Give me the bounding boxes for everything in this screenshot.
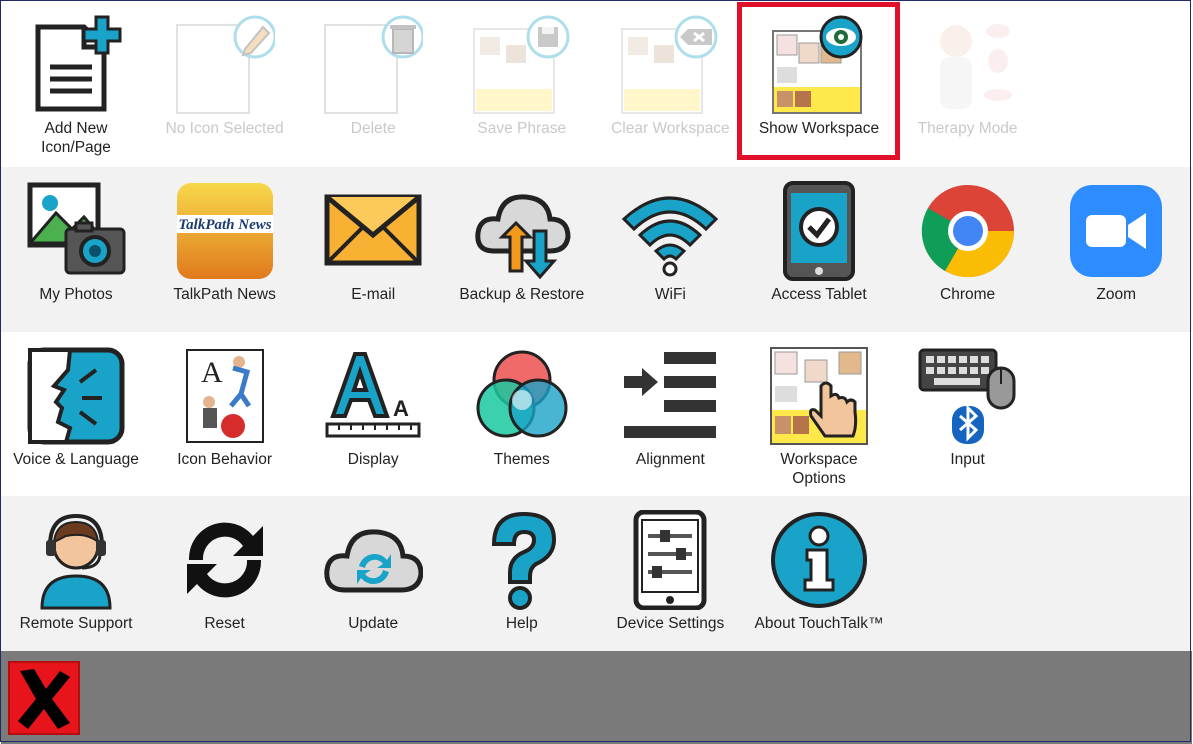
menu-tile-device-settings[interactable]: Device Settings (596, 496, 744, 656)
menu-tile-alignment[interactable]: Alignment (596, 332, 744, 492)
zoom-video-icon (1066, 181, 1166, 281)
menu-tile-remote-support[interactable]: Remote Support (2, 496, 150, 656)
menu-tile-reset[interactable]: Reset (151, 496, 299, 656)
edit-pencil-icon (175, 15, 277, 115)
menu-tile-talkpath-news[interactable]: TalkPath News TalkPath News (151, 167, 299, 327)
alignment-icon (620, 346, 720, 446)
menu-tile-my-photos[interactable]: My Photos (2, 167, 150, 327)
themes-color-circles-icon (472, 346, 572, 446)
tablet-check-icon (769, 181, 869, 281)
menu-tile-label: Display (347, 451, 399, 468)
voice-speaking-icon (26, 346, 126, 446)
menu-tile-input[interactable]: Input (894, 332, 1042, 492)
menu-tile-label: Help (505, 615, 538, 632)
menu-tile-label: Alignment (635, 451, 705, 468)
menu-tile-label: Reset (204, 615, 245, 632)
menu-tile-label: Chrome (940, 286, 996, 303)
menu-tile-label: Add New Icon/Page (41, 120, 111, 156)
menu-tile-no-icon-selected[interactable]: No Icon Selected (151, 1, 299, 161)
menu-tile-label: Delete (350, 120, 396, 137)
talkpath-news-icon: TalkPath News (175, 181, 275, 281)
bottom-bar (1, 651, 1192, 744)
svg-text:A: A (393, 396, 409, 421)
svg-text:TalkPath News: TalkPath News (178, 217, 271, 233)
headset-support-icon (26, 510, 126, 610)
menu-tile-label: Themes (493, 451, 550, 468)
menu-tile-therapy-mode[interactable]: Therapy Mode (894, 1, 1042, 161)
menu-tile-add-new[interactable]: Add New Icon/Page (2, 1, 150, 161)
chrome-icon (918, 181, 1018, 281)
menu-tile-show-workspace[interactable]: Show Workspace (745, 1, 893, 161)
device-settings-sliders-icon (620, 509, 720, 611)
close-button[interactable] (8, 661, 80, 735)
svg-text:A: A (201, 356, 223, 389)
menu-tile-label: No Icon Selected (165, 120, 284, 137)
menu-tile-label: Update (348, 615, 399, 632)
menu-tile-label: Therapy Mode (917, 120, 1018, 137)
envelope-icon (323, 181, 423, 281)
menu-tile-chrome[interactable]: Chrome (894, 167, 1042, 327)
menu-tile-delete[interactable]: Delete (299, 1, 447, 161)
menu-tile-label: Voice & Language (13, 451, 139, 468)
icon-behavior-icon: A (175, 346, 275, 446)
clear-workspace-icon (620, 15, 720, 115)
show-workspace-eye-icon (769, 15, 869, 115)
menu-tile-label: Show Workspace (758, 120, 880, 137)
menu-tile-label: WiFi (654, 286, 686, 303)
menu-tile-label: Workspace Options (780, 451, 858, 487)
menu-tile-icon-behavior[interactable]: A Icon Behavior (151, 332, 299, 492)
menu-tile-label: TalkPath News (173, 286, 276, 303)
menu-tile-label: About TouchTalk™ (754, 615, 884, 632)
therapy-mode-icon (918, 15, 1018, 115)
cloud-update-icon (323, 510, 424, 610)
menu-tile-label: Remote Support (19, 615, 133, 632)
trash-icon (323, 15, 425, 115)
save-disk-icon (472, 15, 572, 115)
workspace-options-hand-icon (769, 346, 869, 446)
menu-tile-backup-restore[interactable]: Backup & Restore (448, 167, 596, 327)
menu-tile-label: Input (950, 451, 985, 468)
menu-tile-save-phrase[interactable]: Save Phrase (448, 1, 596, 161)
display-font-size-icon: A (323, 346, 423, 446)
menu-tile-clear-workspace[interactable]: Clear Workspace (596, 1, 744, 161)
menu-tile-help[interactable]: Help (448, 496, 596, 656)
menu-tile-themes[interactable]: Themes (448, 332, 596, 492)
menu-tile-label: My Photos (39, 286, 113, 303)
cloud-sync-icon (472, 181, 572, 281)
menu-tile-wifi[interactable]: WiFi (596, 167, 744, 327)
close-x-icon (18, 669, 70, 729)
menu-tile-label: Zoom (1096, 286, 1136, 303)
menu-tile-zoom[interactable]: Zoom (1042, 167, 1190, 327)
menu-tile-label: Clear Workspace (611, 120, 730, 137)
info-icon (769, 510, 869, 610)
menu-tile-access-tablet[interactable]: Access Tablet (745, 167, 893, 327)
menu-tile-label: E-mail (351, 286, 396, 303)
wifi-icon (620, 181, 720, 281)
menu-tile-label: Backup & Restore (459, 286, 585, 303)
menu-tile-email[interactable]: E-mail (299, 167, 447, 327)
add-page-icon (26, 15, 126, 115)
photos-camera-icon (26, 181, 126, 281)
menu-tile-label: Icon Behavior (177, 451, 272, 468)
menu-tile-display[interactable]: A Display (299, 332, 447, 492)
keyboard-mouse-bluetooth-icon (918, 346, 1018, 446)
reset-arrows-icon (175, 510, 275, 610)
menu-tile-label: Save Phrase (477, 120, 567, 137)
menu-tile-workspace-options[interactable]: Workspace Options (745, 332, 893, 492)
menu-tile-about[interactable]: About TouchTalk™ (745, 496, 893, 656)
question-mark-icon (472, 510, 572, 610)
menu-tile-update[interactable]: Update (299, 496, 447, 656)
menu-tile-label: Device Settings (616, 615, 725, 632)
menu-tile-voice-language[interactable]: Voice & Language (2, 332, 150, 492)
menu-tile-label: Access Tablet (771, 286, 867, 303)
